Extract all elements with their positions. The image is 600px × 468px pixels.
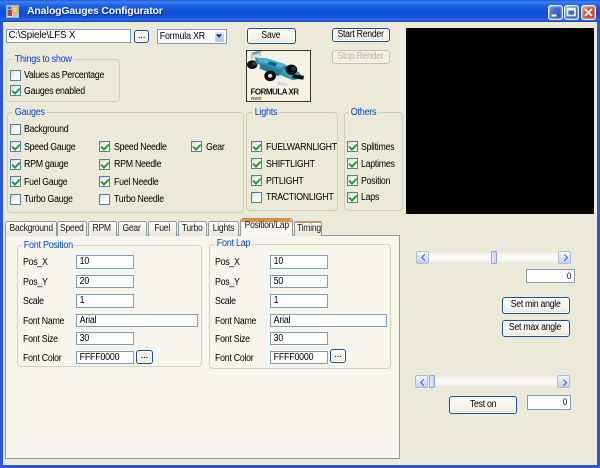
svg-text:RWD: RWD xyxy=(251,95,262,100)
